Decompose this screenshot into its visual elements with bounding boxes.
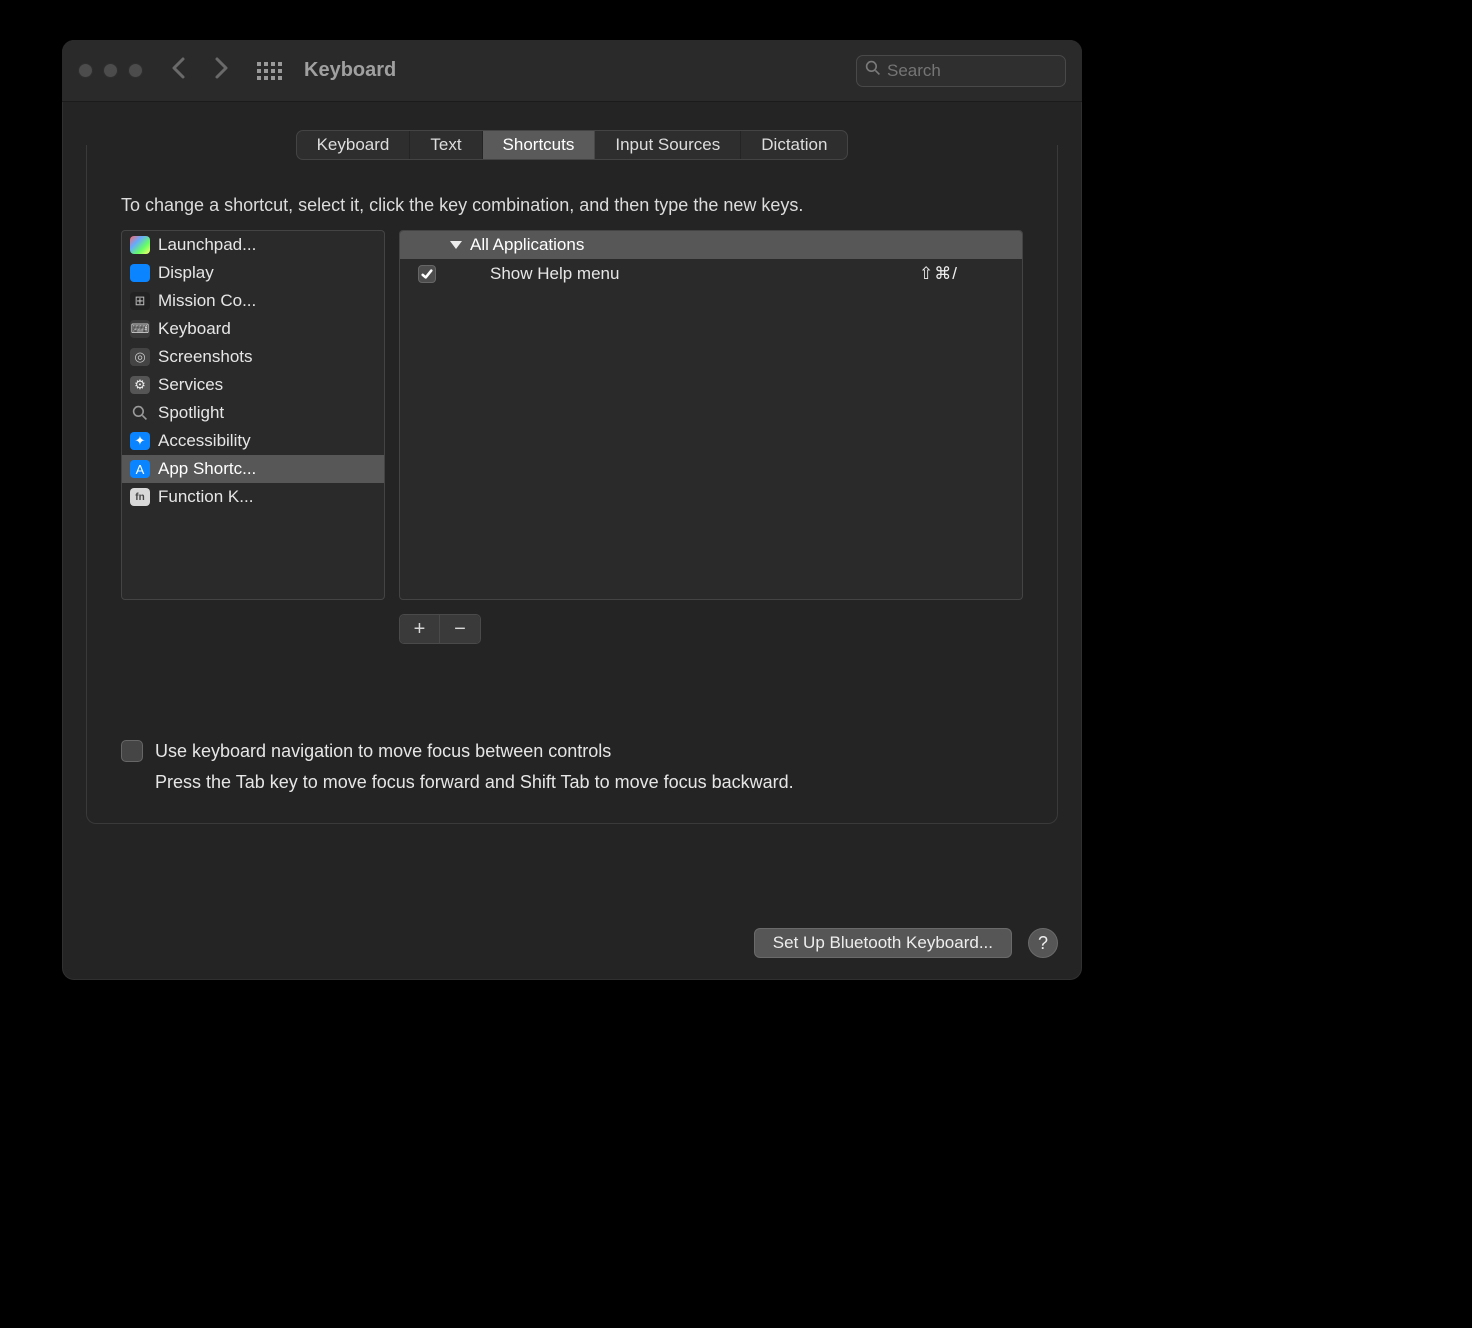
minimize-window-button[interactable] — [103, 63, 118, 78]
display-icon — [130, 264, 150, 282]
category-label: Screenshots — [158, 347, 253, 367]
shortcut-keys[interactable]: ⇧⌘/ — [919, 264, 1004, 284]
category-label: Mission Co... — [158, 291, 256, 311]
disclosure-triangle-icon[interactable] — [450, 241, 462, 249]
category-row-appshortcuts[interactable]: A App Shortc... — [122, 455, 384, 483]
back-button[interactable] — [169, 56, 189, 85]
shortcuts-panel: To change a shortcut, select it, click t… — [86, 145, 1058, 824]
search-input[interactable] — [887, 61, 1082, 81]
category-label: Launchpad... — [158, 235, 256, 255]
category-row-spotlight[interactable]: Spotlight — [122, 399, 384, 427]
mission-icon: ⊞ — [130, 292, 150, 310]
keyboard-icon: ⌨ — [130, 320, 150, 338]
preferences-window: Keyboard KeyboardTextShortcutsInput Sour… — [62, 40, 1082, 980]
shortcut-group-row[interactable]: All Applications — [400, 231, 1022, 259]
kb-nav-row: Use keyboard navigation to move focus be… — [121, 740, 1023, 762]
traffic-lights — [78, 63, 143, 78]
shortcut-group-label: All Applications — [470, 235, 584, 255]
close-window-button[interactable] — [78, 63, 93, 78]
category-list[interactable]: Launchpad... Display ⊞ Mission Co... ⌨ Keyboa… — [121, 230, 385, 600]
zoom-window-button[interactable] — [128, 63, 143, 78]
show-all-icon[interactable] — [257, 62, 282, 80]
category-label: Display — [158, 263, 214, 283]
shortcut-row[interactable]: Show Help menu⇧⌘/ — [400, 259, 1022, 289]
appshortcuts-icon: A — [130, 460, 150, 478]
function-icon: fn — [130, 488, 150, 506]
category-row-mission[interactable]: ⊞ Mission Co... — [122, 287, 384, 315]
launchpad-icon — [130, 236, 150, 254]
add-remove-control: + − — [399, 614, 481, 644]
instruction-text: To change a shortcut, select it, click t… — [87, 195, 1057, 230]
bluetooth-keyboard-button[interactable]: Set Up Bluetooth Keyboard... — [754, 928, 1012, 958]
panel-title: Keyboard — [304, 59, 396, 82]
lists-row: Launchpad... Display ⊞ Mission Co... ⌨ Keyboa… — [87, 230, 1057, 600]
shortcut-label: Show Help menu — [490, 264, 919, 284]
category-row-display[interactable]: Display — [122, 259, 384, 287]
spotlight-icon — [130, 404, 150, 422]
category-row-accessibility[interactable]: ✦ Accessibility — [122, 427, 384, 455]
category-row-keyboard[interactable]: ⌨ Keyboard — [122, 315, 384, 343]
search-icon — [865, 60, 881, 81]
category-row-services[interactable]: ⚙ Services — [122, 371, 384, 399]
category-label: Function K... — [158, 487, 253, 507]
category-row-screenshots[interactable]: ◎ Screenshots — [122, 343, 384, 371]
forward-button[interactable] — [211, 56, 231, 85]
search-field[interactable] — [856, 55, 1066, 87]
category-label: Spotlight — [158, 403, 224, 423]
accessibility-icon: ✦ — [130, 432, 150, 450]
kb-nav-sublabel: Press the Tab key to move focus forward … — [155, 772, 1023, 793]
toolbar: Keyboard — [62, 40, 1082, 102]
kb-nav-checkbox[interactable] — [121, 740, 143, 762]
category-label: App Shortc... — [158, 459, 256, 479]
options: Use keyboard navigation to move focus be… — [87, 644, 1057, 793]
help-button[interactable]: ? — [1028, 928, 1058, 958]
screenshots-icon: ◎ — [130, 348, 150, 366]
services-icon: ⚙ — [130, 376, 150, 394]
remove-button[interactable]: − — [440, 615, 480, 643]
kb-nav-label: Use keyboard navigation to move focus be… — [155, 741, 611, 762]
shortcut-list[interactable]: All Applications Show Help menu⇧⌘/ — [399, 230, 1023, 600]
footer: Set Up Bluetooth Keyboard... ? — [754, 928, 1058, 958]
category-label: Accessibility — [158, 431, 251, 451]
nav-buttons — [169, 56, 231, 85]
category-label: Keyboard — [158, 319, 231, 339]
add-button[interactable]: + — [400, 615, 440, 643]
category-label: Services — [158, 375, 223, 395]
category-row-function[interactable]: fn Function K... — [122, 483, 384, 511]
category-row-launchpad[interactable]: Launchpad... — [122, 231, 384, 259]
shortcut-enabled-checkbox[interactable] — [418, 265, 436, 283]
